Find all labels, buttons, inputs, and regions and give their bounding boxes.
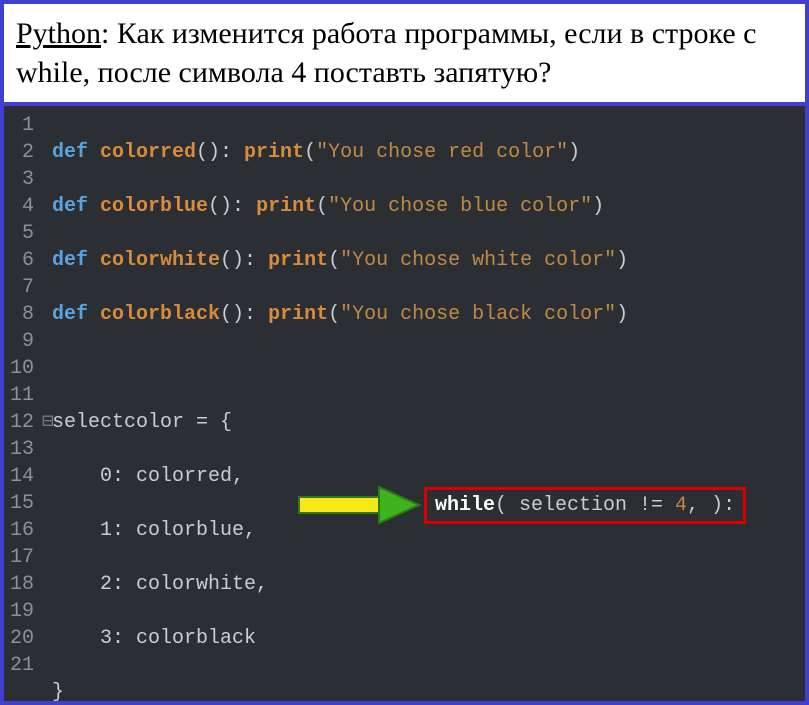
code-line: def colorwhite(): print("You chose white… xyxy=(44,247,805,274)
line-number: 8 xyxy=(8,301,34,328)
line-number: 16 xyxy=(8,517,34,544)
code-line: def colorblue(): print("You chose blue c… xyxy=(44,193,805,220)
line-number: 21 xyxy=(8,652,34,679)
fold-marker-icon: ⊟ xyxy=(42,409,54,436)
line-number-gutter: 1 2 3 4 5 6 7 8 9 10 11 12 13 14 15 16 1… xyxy=(4,106,44,701)
line-number: 1 xyxy=(8,112,34,139)
code-line: def colorred(): print("You chose red col… xyxy=(44,139,805,166)
line-number: 3 xyxy=(8,166,34,193)
line-number: 5 xyxy=(8,220,34,247)
code-line: ⊟selectcolor = { xyxy=(44,409,805,436)
highlighted-code-box: while( selection != 4, ): xyxy=(424,487,746,524)
line-number: 12 xyxy=(8,409,34,436)
code-body: def colorred(): print("You chose red col… xyxy=(44,106,805,701)
line-number: 4 xyxy=(8,193,34,220)
line-number: 9 xyxy=(8,328,34,355)
line-number: 17 xyxy=(8,544,34,571)
line-number: 14 xyxy=(8,463,34,490)
line-number: 6 xyxy=(8,247,34,274)
code-line: } xyxy=(44,679,805,701)
code-line: 2: colorwhite, xyxy=(44,571,805,598)
line-number: 11 xyxy=(8,382,34,409)
line-number: 15 xyxy=(8,490,34,517)
main-container: Python: Как изменится работа программы, … xyxy=(4,4,805,701)
question-prefix: Python xyxy=(16,17,101,50)
question-box: Python: Как изменится работа программы, … xyxy=(4,4,805,102)
line-number: 19 xyxy=(8,598,34,625)
code-line xyxy=(44,355,805,382)
code-line: 3: colorblack xyxy=(44,625,805,652)
annotation-arrow-group: while( selection != 4, ): xyxy=(294,485,746,525)
line-number: 2 xyxy=(8,139,34,166)
code-line: def colorblack(): print("You chose black… xyxy=(44,301,805,328)
arrow-right-icon xyxy=(294,485,424,525)
line-number: 13 xyxy=(8,436,34,463)
line-number: 20 xyxy=(8,625,34,652)
line-number: 7 xyxy=(8,274,34,301)
code-editor: 1 2 3 4 5 6 7 8 9 10 11 12 13 14 15 16 1… xyxy=(4,106,805,701)
question-text: : Как изменится работа программы, если в… xyxy=(16,17,756,89)
line-number: 18 xyxy=(8,571,34,598)
line-number: 10 xyxy=(8,355,34,382)
